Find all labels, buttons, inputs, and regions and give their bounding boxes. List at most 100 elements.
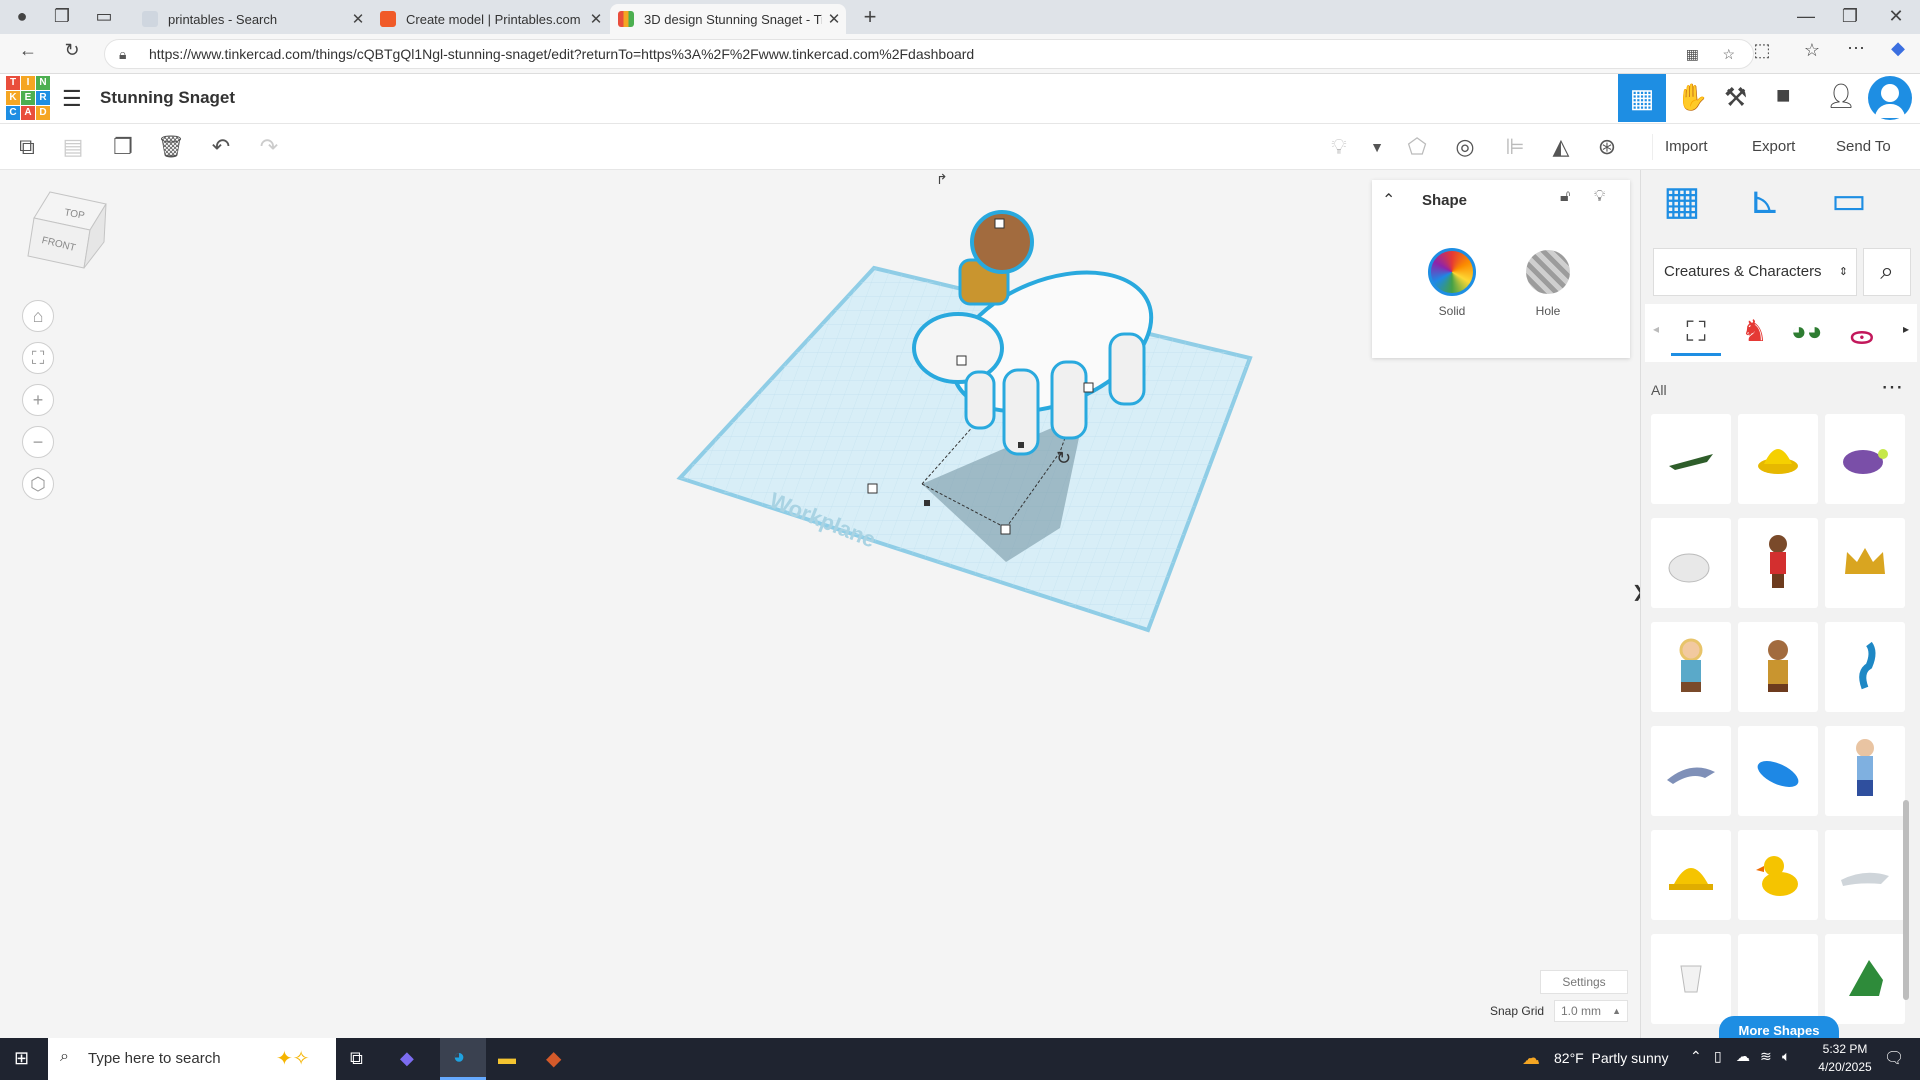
pickaxe-icon[interactable]: ⚒ [1724, 82, 1747, 113]
import-button[interactable]: Import [1652, 134, 1720, 160]
rotate-arc-icon[interactable]: ↱ [936, 172, 948, 188]
weather-icon[interactable]: ☁︎ [1522, 1048, 1540, 1069]
shape-tile-blonde-character[interactable] [1651, 622, 1731, 712]
refresh-icon[interactable]: ↻ [58, 40, 86, 61]
task-view-icon[interactable]: ⧉ [350, 1048, 363, 1069]
favorite-star-icon[interactable]: ☆ [1722, 40, 1735, 68]
lock-icon[interactable]: 🔓︎ [1560, 188, 1570, 206]
top-handle[interactable] [956, 355, 967, 366]
shape-tile-white-cup[interactable] [1651, 934, 1731, 1024]
shape-tile-hard-hat[interactable] [1651, 830, 1731, 920]
onedrive-icon[interactable]: ☁ [1736, 1048, 1750, 1065]
edge-handle[interactable] [1018, 442, 1024, 448]
tab-printables-create[interactable]: Create model | Printables.com ✕ [372, 4, 608, 34]
more-options-icon[interactable]: ⋯ [1881, 374, 1903, 400]
shape-tile-purple-fish[interactable] [1825, 414, 1905, 504]
copilot-taskbar-icon[interactable]: ◆ [400, 1048, 414, 1069]
design-list-icon[interactable]: ☰ [62, 86, 82, 112]
shape-tile-blue-disc[interactable] [1738, 726, 1818, 816]
redo-icon[interactable]: ↷ [254, 132, 284, 162]
red-creature-icon[interactable]: ♞ [1741, 314, 1768, 349]
zoom-out-icon[interactable]: − [22, 426, 54, 458]
shape-tile-empty[interactable] [1738, 934, 1818, 1024]
chevron-down-icon[interactable]: ▼ [1362, 132, 1392, 162]
app-taskbar-icon[interactable]: ◆ [546, 1046, 561, 1071]
perspective-icon[interactable]: ⬡ [22, 468, 54, 500]
shape-tile-white-hand[interactable] [1651, 518, 1731, 608]
cruise-icon[interactable]: ⊛ [1592, 132, 1622, 162]
blocks-icon[interactable]: ✋ [1676, 82, 1708, 113]
close-tab-icon[interactable]: ✕ [346, 10, 370, 28]
corner-handle[interactable] [1083, 382, 1094, 393]
shape-tile-yellow-hat[interactable] [1738, 414, 1818, 504]
volume-icon[interactable]: 🔈︎ [1782, 1048, 1790, 1065]
carousel-prev-icon[interactable]: ◂ [1653, 322, 1659, 336]
zoom-in-icon[interactable]: + [22, 384, 54, 416]
file-explorer-icon[interactable]: ▬ [498, 1048, 516, 1069]
grid-icon[interactable]: ▦ [1663, 178, 1701, 224]
view-cube[interactable]: TOP FRONT [20, 184, 110, 274]
ruler-icon[interactable]: ⊾ [1749, 178, 1781, 223]
add-user-icon[interactable]: 👤︎ [1826, 82, 1856, 111]
design-title[interactable]: Stunning Snaget [100, 88, 235, 108]
more-icon[interactable]: ⋯ [1842, 38, 1870, 59]
close-tab-icon[interactable]: ✕ [822, 10, 846, 28]
shape-tile-blue-worm[interactable] [1825, 622, 1905, 712]
export-button[interactable]: Export [1740, 134, 1807, 160]
mirror-icon[interactable]: ◭ [1546, 132, 1576, 162]
url-input[interactable]: 🔒︎ https://www.tinkercad.com/things/cQBT… [104, 39, 1754, 69]
edge-taskbar-button[interactable]: ◕ [440, 1038, 486, 1080]
workplane-scene[interactable]: Workplane ↻ ↱ [660, 170, 1260, 650]
rotate-handle-icon[interactable]: ↻ [1056, 448, 1071, 469]
snap-grid-select[interactable]: 1.0 mm ▲ [1554, 1000, 1628, 1022]
copy-icon[interactable]: ⧉ [12, 132, 42, 162]
paste-icon[interactable]: ▤ [58, 132, 88, 162]
search-shapes-button[interactable]: ⌕ [1863, 248, 1911, 296]
back-icon[interactable]: ← [14, 40, 42, 61]
delete-icon[interactable]: 🗑︎ [156, 132, 186, 162]
hidden-icons-chevron-icon[interactable]: ⌃ [1690, 1048, 1702, 1065]
sidebar-scrollbar[interactable] [1903, 800, 1909, 1000]
shape-tile-crown[interactable] [1825, 518, 1905, 608]
tinkercad-logo[interactable]: T I N K E R C A D [6, 76, 50, 120]
app-available-icon[interactable]: ▦ [1686, 40, 1699, 68]
tab-tinkercad[interactable]: 3D design Stunning Snaget - Tink ✕ [610, 4, 846, 34]
tab-printables-search[interactable]: printables - Search ✕ [134, 4, 370, 34]
device-icon[interactable]: ▯ [1714, 1048, 1722, 1065]
send-to-button[interactable]: Send To [1824, 134, 1903, 160]
visibility-bulb-icon[interactable]: 💡︎ [1594, 188, 1605, 206]
shape-tile-blue-character[interactable] [1825, 726, 1905, 816]
fit-view-icon[interactable]: ⛶ [22, 342, 54, 374]
undo-icon[interactable]: ↶ [206, 132, 236, 162]
shape-tile-duck[interactable] [1738, 830, 1818, 920]
favorites-icon[interactable]: ☆ [1798, 40, 1826, 61]
notifications-icon[interactable]: 🗨︎ [1884, 1048, 1904, 1068]
briefcase-icon[interactable]: ■ [1776, 82, 1791, 110]
group-icon[interactable]: ⬠ [1402, 132, 1432, 162]
height-handle[interactable] [994, 218, 1005, 229]
eyes-icon[interactable]: ◕◕ [1791, 316, 1822, 347]
taskbar-search-box[interactable]: ⌕ Type here to search ✦✧ [48, 1038, 336, 1080]
new-tab-button[interactable]: + [856, 4, 884, 30]
3d-view-grid-icon[interactable]: ▦ [1618, 74, 1666, 122]
clock[interactable]: 5:32 PM 4/20/2025 [1810, 1040, 1880, 1076]
avatar[interactable] [1868, 76, 1912, 120]
maximize-icon[interactable]: ❐ [1836, 6, 1864, 27]
corner-handle[interactable] [867, 483, 878, 494]
polar-bear-head[interactable] [912, 312, 1004, 384]
network-icon[interactable]: ≋ [1760, 1048, 1772, 1065]
ungroup-icon[interactable]: ◎ [1450, 132, 1480, 162]
home-view-icon[interactable]: ⌂ [22, 300, 54, 332]
notes-icon[interactable]: ▭ [1831, 178, 1867, 223]
duplicate-icon[interactable]: ❐ [108, 132, 138, 162]
shape-tile-red-character[interactable] [1738, 518, 1818, 608]
collapse-chevron-icon[interactable]: ⌃ [1382, 190, 1395, 210]
hole-swatch[interactable] [1526, 250, 1570, 294]
corner-handle[interactable] [1000, 524, 1011, 535]
all-subcategory-icon[interactable]: ⛶ [1671, 310, 1721, 356]
profile-icon[interactable]: ● [8, 6, 36, 27]
carousel-next-icon[interactable]: ▸ [1903, 322, 1909, 336]
shape-tile-crocodile[interactable] [1651, 414, 1731, 504]
copilot-icon[interactable]: ◆ [1884, 38, 1912, 59]
shape-tile-shark[interactable] [1825, 830, 1905, 920]
